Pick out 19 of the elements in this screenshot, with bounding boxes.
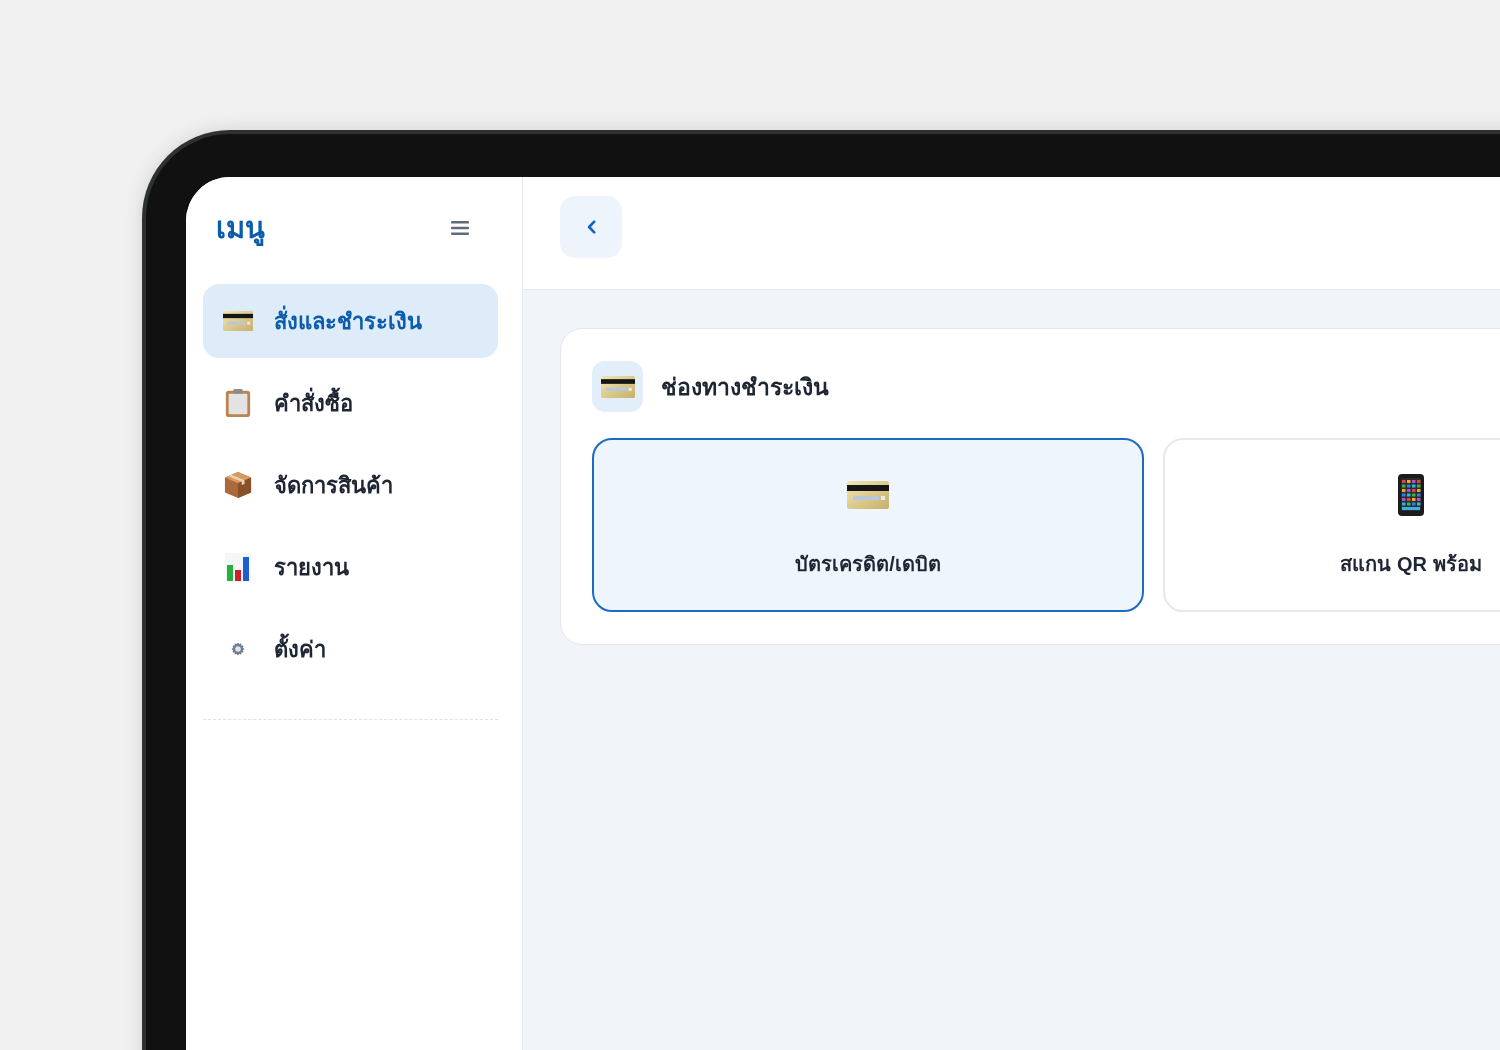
sidebar-item[interactable]: จัดการสินค้า (203, 448, 498, 522)
credit-card-icon (592, 361, 643, 412)
payment-option[interactable]: บัตรเครดิต/เดบิต (592, 438, 1144, 612)
credit-card-icon (847, 481, 889, 509)
credit-card-icon (223, 311, 253, 331)
mobile-phone-icon (1398, 474, 1424, 516)
payment-option[interactable]: สแกน QR พร้อม (1163, 438, 1500, 612)
sidebar-item[interactable]: สั่งและชำระเงิน (203, 284, 498, 358)
settings-icon (231, 642, 245, 656)
menu-icon[interactable] (451, 221, 469, 235)
menu-title: เมนู (216, 211, 265, 248)
sidebar-item[interactable]: คำสั่งซื้อ (203, 366, 498, 440)
chevron-left-icon (586, 220, 596, 234)
package-icon (224, 471, 252, 499)
clipboard-icon (224, 389, 252, 417)
bar-chart-icon (224, 553, 252, 581)
section-title: ช่องทางชำระเงิน (661, 372, 829, 402)
sidebar-item[interactable]: ตั้งค่า (203, 612, 498, 686)
sidebar-item[interactable]: รายงาน (203, 530, 498, 604)
